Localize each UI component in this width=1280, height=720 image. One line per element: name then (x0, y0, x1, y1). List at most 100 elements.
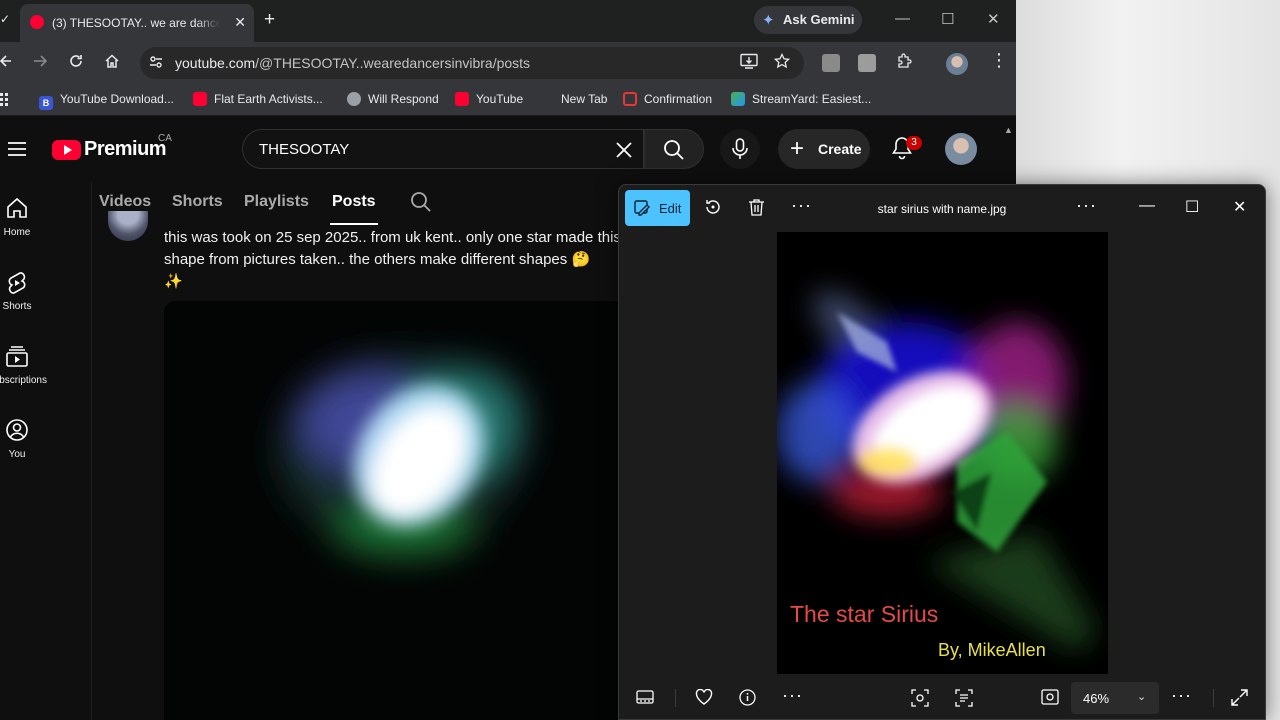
bookmark-5[interactable]: Confirmation (623, 92, 712, 106)
menu-icon[interactable] (8, 141, 26, 157)
forward-icon[interactable] (32, 53, 48, 69)
bookmark-label: Will Respond (368, 92, 439, 106)
post-author-avatar[interactable] (108, 211, 148, 241)
post-image[interactable] (164, 301, 624, 720)
youtube-icon (193, 92, 207, 106)
tab-playlists[interactable]: Playlists (244, 193, 309, 211)
post-text-line-1: this was took on 25 sep 2025.. from uk k… (164, 229, 621, 246)
home-icon[interactable] (104, 53, 120, 69)
photo-canvas[interactable]: The star Sirius By, MikeAllen (777, 232, 1108, 674)
search-query: THESOOTAY (259, 141, 350, 158)
zoom-more-options-icon[interactable]: ··· (1171, 685, 1192, 706)
tab-shorts[interactable]: Shorts (172, 193, 223, 211)
info-icon[interactable] (739, 689, 756, 706)
scrollbar-up-arrow[interactable]: ▲ (1004, 125, 1013, 135)
search-icon (664, 140, 684, 160)
tab-posts[interactable]: Posts (330, 193, 378, 225)
home-icon (7, 197, 27, 218)
bookmark-0[interactable]: B YouTube Download... (39, 92, 174, 110)
address-bar[interactable]: youtube.com/@THESOOTAY..wearedancersinvi… (140, 47, 804, 79)
back-icon[interactable] (0, 53, 12, 69)
bookmark-label: YouTube (476, 92, 524, 106)
account-avatar[interactable] (945, 133, 977, 165)
tab-search-icon[interactable]: ✓ (0, 12, 10, 26)
bookmark-4[interactable]: New Tab (561, 92, 607, 106)
favorite-heart-icon[interactable] (695, 689, 713, 705)
minimize-icon[interactable]: — (895, 10, 910, 27)
close-icon[interactable]: ✕ (1233, 197, 1246, 217)
bookmark-1[interactable]: Flat Earth Activists... (193, 92, 323, 106)
extension-1-icon[interactable] (822, 54, 840, 72)
maximize-icon[interactable]: ☐ (941, 10, 954, 28)
maximize-icon[interactable]: ☐ (1185, 197, 1199, 217)
toolbar-divider (1213, 689, 1214, 707)
new-tab-button[interactable]: + (264, 9, 275, 31)
bookmark-label: StreamYard: Easiest... (752, 92, 872, 106)
bookmark-6[interactable]: StreamYard: Easiest... (731, 92, 871, 106)
delete-icon[interactable] (748, 198, 765, 216)
bookmark-3[interactable]: YouTube (455, 92, 523, 106)
browser-toolbar: youtube.com/@THESOOTAY..wearedancersinvi… (0, 42, 1016, 84)
sidebar-item-you[interactable]: You (0, 419, 34, 479)
search-button[interactable] (644, 129, 704, 169)
site-info-icon[interactable] (148, 54, 164, 70)
tab-videos[interactable]: Videos (99, 193, 151, 211)
edit-button[interactable]: Edit (625, 190, 690, 226)
zoom-dropdown[interactable]: 46% ⌄ (1071, 682, 1159, 714)
bookmark-2[interactable]: Will Respond (347, 92, 439, 106)
gemini-sparkle-icon: ✦ (762, 12, 775, 29)
post-text-line-2: shape from pictures taken.. the others m… (164, 251, 591, 268)
file-more-options-icon[interactable]: ··· (1076, 195, 1097, 216)
extension-2-icon[interactable] (858, 54, 876, 72)
zoom-level: 46% (1083, 691, 1110, 706)
photos-viewer-window: Edit ··· star sirius with name.jpg ··· —… (618, 184, 1266, 720)
bookmarks-bar: B YouTube Download... Flat Earth Activist… (0, 84, 1016, 116)
ask-gemini-button[interactable]: ✦ Ask Gemini (754, 6, 862, 34)
search-input[interactable]: THESOOTAY (242, 129, 644, 169)
globe-icon (347, 92, 361, 106)
ask-gemini-label: Ask Gemini (783, 12, 855, 27)
address-url: youtube.com/@THESOOTAY..wearedancersinvi… (175, 55, 530, 71)
notification-count-badge: 3 (906, 136, 922, 150)
visual-search-icon[interactable] (911, 689, 929, 707)
bookmark-label: YouTube Download... (60, 92, 174, 106)
clear-search-icon[interactable] (615, 138, 633, 159)
channel-search-icon[interactable] (410, 191, 432, 213)
sidebar-label: Subscriptions (0, 375, 47, 386)
apps-icon[interactable] (0, 92, 8, 106)
toolbar-divider (675, 689, 676, 707)
sidebar-item-shorts[interactable]: Shorts (0, 271, 34, 331)
tab-close-icon[interactable]: ✕ (234, 14, 246, 31)
chrome-menu-icon[interactable]: ⋮ (990, 50, 1008, 71)
sidebar-label: Shorts (2, 301, 32, 312)
edit-label: Edit (659, 201, 682, 216)
more-options-icon[interactable]: ··· (791, 195, 812, 216)
b-icon: B (39, 96, 53, 110)
microphone-icon (732, 138, 748, 159)
text-recognition-icon[interactable] (955, 689, 973, 707)
rotate-icon[interactable] (704, 198, 722, 216)
filmstrip-icon[interactable] (636, 689, 654, 705)
bookmark-star-icon[interactable] (774, 53, 790, 69)
plus-icon: + (790, 135, 805, 162)
profile-avatar[interactable] (946, 53, 968, 75)
extensions-puzzle-icon[interactable] (896, 53, 912, 69)
youtube-play-icon (52, 140, 81, 160)
youtube-sidebar: Home Shorts Subscriptions You (0, 181, 92, 720)
image-caption-title: The star Sirius (790, 601, 939, 627)
full-screen-icon[interactable] (1231, 689, 1248, 706)
browser-tab-active[interactable]: (3) THESOOTAY.. we are dancers in vibrat… (20, 4, 254, 42)
voice-search-button[interactable] (720, 129, 760, 169)
bookmark-label: New Tab (561, 92, 608, 106)
actual-size-icon[interactable] (1041, 689, 1059, 705)
subscriptions-icon (6, 346, 28, 367)
create-button[interactable]: + Create (778, 129, 870, 169)
sidebar-item-subscriptions[interactable]: Subscriptions (0, 345, 47, 405)
close-window-icon[interactable]: ✕ (987, 10, 1000, 28)
install-app-icon[interactable] (740, 53, 758, 69)
reload-icon[interactable] (68, 53, 84, 69)
bottom-more-options-icon[interactable]: ··· (782, 685, 803, 706)
sidebar-item-home[interactable]: Home (0, 197, 34, 257)
edit-image-icon (634, 200, 650, 216)
minimize-icon[interactable]: — (1139, 197, 1155, 215)
